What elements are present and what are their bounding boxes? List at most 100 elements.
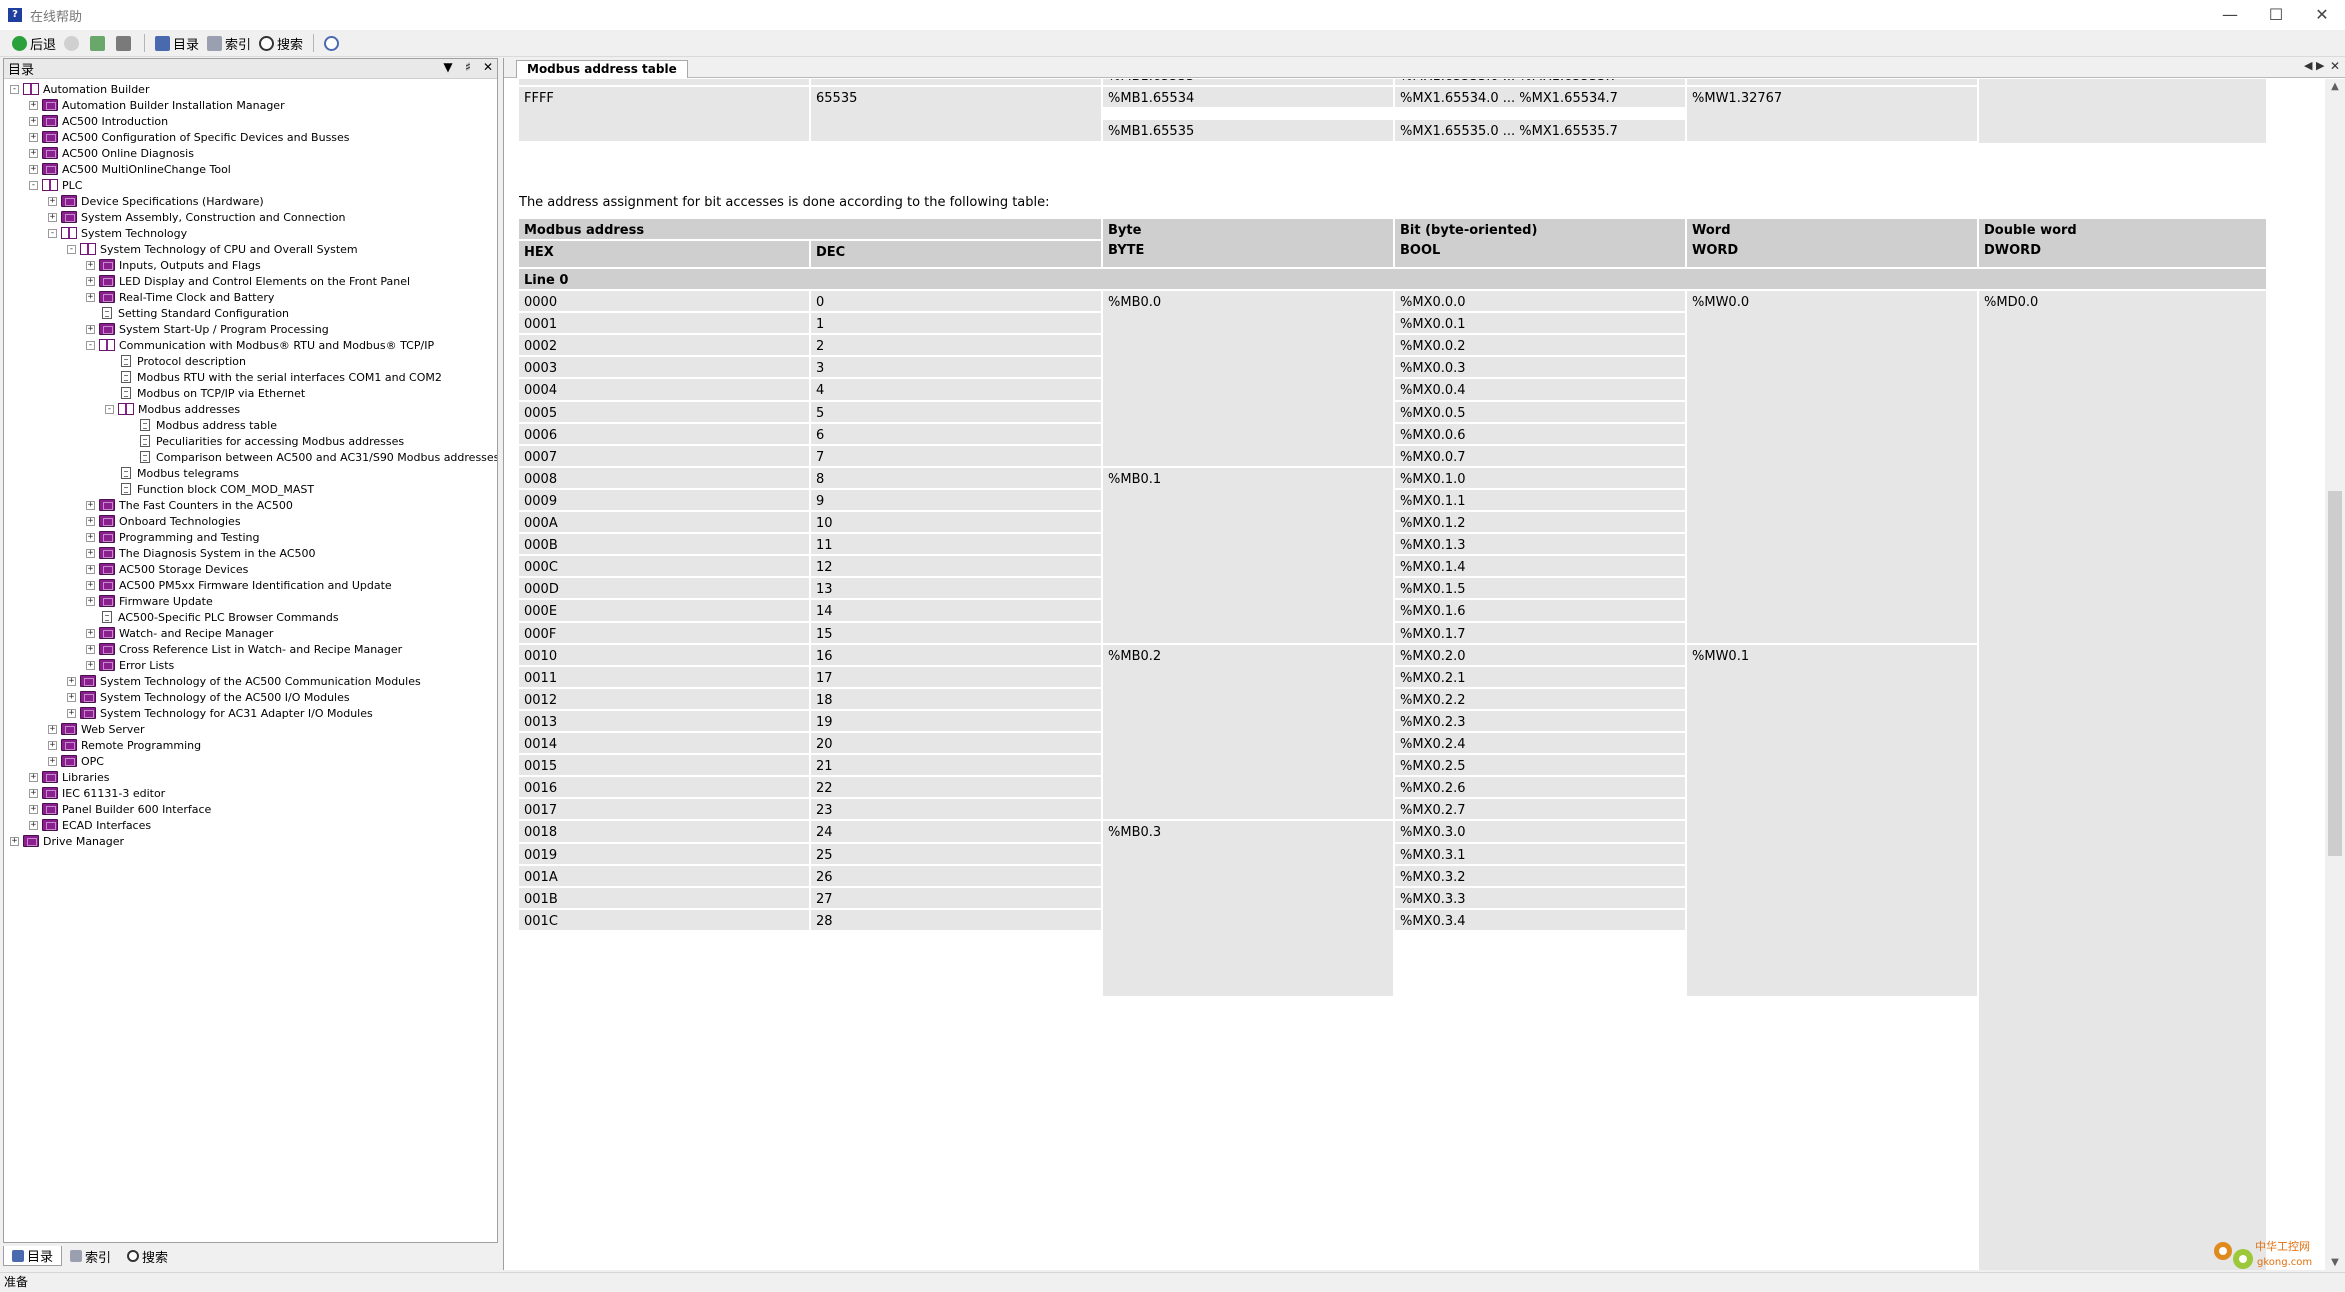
tree-item[interactable]: + Web Server: [48, 721, 145, 737]
tree-item[interactable]: + AC500 Configuration of Specific Devices…: [29, 129, 350, 145]
toc-button[interactable]: 目录: [151, 32, 203, 54]
tab-scroll-right-icon[interactable]: ▶: [2316, 59, 2324, 72]
tree-item[interactable]: + Remote Programming: [48, 737, 201, 753]
collapse-icon[interactable]: -: [48, 228, 57, 238]
tree-item[interactable]: + Firmware Update: [86, 593, 213, 609]
scroll-down-icon[interactable]: ▼: [2325, 1257, 2345, 1268]
index-button[interactable]: 索引: [203, 32, 255, 54]
expand-icon[interactable]: +: [86, 260, 95, 270]
pane-dropdown-icon[interactable]: ▼: [440, 60, 456, 74]
close-icon[interactable]: ✕: [2299, 0, 2345, 30]
tree-item[interactable]: Modbus on TCP/IP via Ethernet: [105, 385, 305, 401]
tree-item[interactable]: + Error Lists: [86, 657, 174, 673]
tree-item[interactable]: Comparison between AC500 and AC31/S90 Mo…: [124, 449, 497, 465]
expand-icon[interactable]: +: [48, 756, 57, 766]
tree-item[interactable]: Peculiarities for accessing Modbus addre…: [124, 433, 404, 449]
tree-item[interactable]: Modbus telegrams: [105, 465, 239, 481]
tree-item[interactable]: + Drive Manager: [10, 833, 124, 849]
document-close-icon[interactable]: ✕: [2330, 59, 2340, 73]
tree-item[interactable]: + Automation Builder Installation Manager: [29, 97, 285, 113]
tree-item[interactable]: + System Start-Up / Program Processing: [86, 321, 329, 337]
tree-item[interactable]: + Libraries: [29, 769, 110, 785]
tree-item[interactable]: + Real-Time Clock and Battery: [86, 289, 274, 305]
tree-item[interactable]: - System Technology of CPU and Overall Sy…: [67, 241, 358, 257]
tree-item[interactable]: + ECAD Interfaces: [29, 817, 151, 833]
expand-icon[interactable]: +: [48, 740, 57, 750]
vertical-scrollbar[interactable]: ▲ ▼: [2325, 79, 2345, 1270]
tree-item[interactable]: Function block COM_MOD_MAST: [105, 481, 314, 497]
expand-icon[interactable]: +: [10, 836, 19, 846]
tree-item[interactable]: + Panel Builder 600 Interface: [29, 801, 211, 817]
tree-item[interactable]: - PLC: [29, 177, 82, 193]
expand-icon[interactable]: +: [29, 132, 38, 142]
tree-item[interactable]: + System Technology for AC31 Adapter I/O …: [67, 705, 373, 721]
scrollbar-thumb[interactable]: [2328, 491, 2342, 856]
tree-item[interactable]: + System Technology of the AC500 I/O Modu…: [67, 689, 350, 705]
tree-item[interactable]: + The Fast Counters in the AC500: [86, 497, 293, 513]
tree-item[interactable]: + AC500 MultiOnlineChange Tool: [29, 161, 231, 177]
maximize-icon[interactable]: ☐: [2253, 0, 2299, 30]
tab-index[interactable]: 索引: [62, 1246, 119, 1266]
collapse-icon[interactable]: -: [10, 84, 19, 94]
tab-search[interactable]: 搜索: [119, 1246, 176, 1266]
expand-icon[interactable]: +: [67, 708, 76, 718]
expand-icon[interactable]: +: [67, 676, 76, 686]
expand-icon[interactable]: +: [86, 548, 95, 558]
back-button[interactable]: 后退: [8, 32, 60, 54]
tree-item[interactable]: + IEC 61131-3 editor: [29, 785, 165, 801]
options-button[interactable]: [320, 32, 346, 54]
tree-item[interactable]: AC500-Specific PLC Browser Commands: [86, 609, 339, 625]
tree-item[interactable]: + Cross Reference List in Watch- and Reci…: [86, 641, 402, 657]
collapse-icon[interactable]: -: [29, 180, 38, 190]
expand-icon[interactable]: +: [29, 788, 38, 798]
expand-icon[interactable]: +: [29, 100, 38, 110]
expand-icon[interactable]: +: [29, 804, 38, 814]
expand-icon[interactable]: +: [86, 292, 95, 302]
expand-icon[interactable]: +: [67, 692, 76, 702]
tree-item[interactable]: + OPC: [48, 753, 104, 769]
tab-scroll-left-icon[interactable]: ◀: [2304, 59, 2312, 72]
forward-button[interactable]: [60, 32, 86, 54]
expand-icon[interactable]: +: [48, 196, 57, 206]
tree-item[interactable]: - Automation Builder: [10, 81, 149, 97]
tab-toc[interactable]: 目录: [3, 1246, 63, 1266]
tree-item[interactable]: Protocol description: [105, 353, 246, 369]
tree-item[interactable]: - Modbus addresses: [105, 401, 240, 417]
pin-icon[interactable]: ♯: [460, 60, 476, 74]
tree-item[interactable]: + LED Display and Control Elements on the…: [86, 273, 410, 289]
tree-item[interactable]: + The Diagnosis System in the AC500: [86, 545, 316, 561]
expand-icon[interactable]: +: [86, 596, 95, 606]
expand-icon[interactable]: +: [29, 820, 38, 830]
print-button[interactable]: [112, 32, 138, 54]
home-button[interactable]: [86, 32, 112, 54]
tree-item[interactable]: + Onboard Technologies: [86, 513, 241, 529]
expand-icon[interactable]: +: [86, 532, 95, 542]
tree-item[interactable]: + AC500 Storage Devices: [86, 561, 248, 577]
expand-icon[interactable]: +: [86, 564, 95, 574]
tree-item[interactable]: + Inputs, Outputs and Flags: [86, 257, 261, 273]
expand-icon[interactable]: +: [29, 148, 38, 158]
expand-icon[interactable]: +: [86, 580, 95, 590]
tree-item[interactable]: + Programming and Testing: [86, 529, 260, 545]
expand-icon[interactable]: +: [86, 644, 95, 654]
tree-item[interactable]: Setting Standard Configuration: [86, 305, 289, 321]
expand-icon[interactable]: +: [29, 116, 38, 126]
tree-item[interactable]: + Device Specifications (Hardware): [48, 193, 264, 209]
scroll-up-icon[interactable]: ▲: [2325, 81, 2345, 92]
tree-item[interactable]: + AC500 Online Diagnosis: [29, 145, 194, 161]
tree-item[interactable]: + AC500 PM5xx Firmware Identification and…: [86, 577, 392, 593]
tree-item[interactable]: - Communication with Modbus® RTU and Modb…: [86, 337, 434, 353]
search-button[interactable]: 搜索: [255, 32, 307, 54]
tree-item[interactable]: Modbus address table: [124, 417, 277, 433]
tree-item[interactable]: + Watch- and Recipe Manager: [86, 625, 273, 641]
minimize-icon[interactable]: —: [2207, 0, 2253, 30]
tree-item[interactable]: + AC500 Introduction: [29, 113, 168, 129]
collapse-icon[interactable]: -: [105, 404, 114, 414]
expand-icon[interactable]: +: [29, 164, 38, 174]
document-tab[interactable]: Modbus address table: [516, 60, 688, 78]
tree-item[interactable]: + System Assembly, Construction and Conne…: [48, 209, 346, 225]
tree-item[interactable]: + System Technology of the AC500 Communic…: [67, 673, 421, 689]
tree-item[interactable]: Modbus RTU with the serial interfaces CO…: [105, 369, 442, 385]
expand-icon[interactable]: +: [86, 516, 95, 526]
expand-icon[interactable]: +: [48, 212, 57, 222]
